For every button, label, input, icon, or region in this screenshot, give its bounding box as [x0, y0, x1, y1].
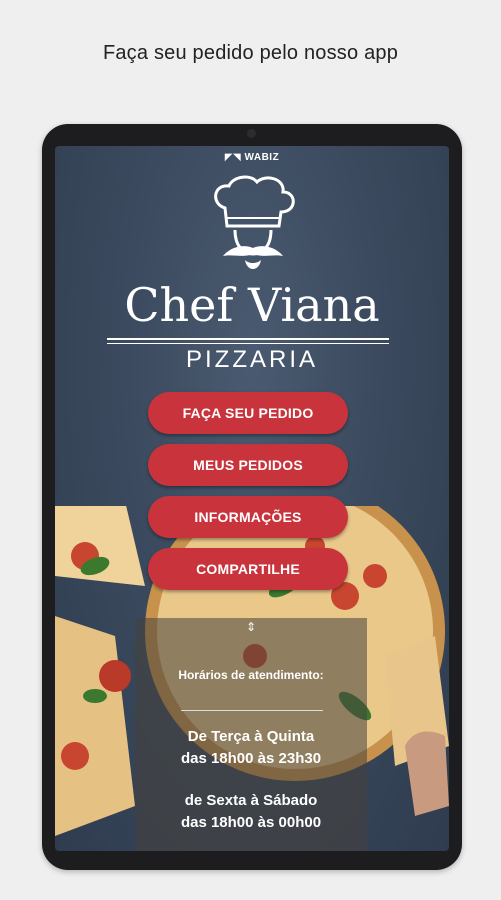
- title-divider-thin: [107, 343, 389, 344]
- expand-toggle-icon[interactable]: ⇕: [135, 620, 367, 634]
- hours-divider: [181, 710, 323, 711]
- restaurant-subtitle: PIZZARIA: [185, 346, 318, 373]
- tablet-frame: ◤◥ WABIZ Chef Viana PIZZARIA FAÇA SEU PE…: [42, 124, 462, 870]
- app-screen: ◤◥ WABIZ Chef Viana PIZZARIA FAÇA SEU PE…: [55, 146, 449, 851]
- order-button[interactable]: FAÇA SEU PEDIDO: [148, 392, 348, 434]
- wabiz-logo: ◤◥ WABIZ: [55, 152, 449, 163]
- my-orders-button[interactable]: MEUS PEDIDOS: [148, 444, 348, 486]
- chef-hat-mustache-icon: [214, 175, 295, 269]
- title-divider: [107, 338, 389, 340]
- hours-time-2: das 18h00 às 00h00: [180, 814, 322, 831]
- info-button[interactable]: INFORMAÇÕES: [148, 496, 348, 538]
- camera-icon: [247, 129, 256, 138]
- hours-time-1: das 18h00 às 23h30: [180, 750, 322, 767]
- hours-title: Horários de atendimento:: [178, 668, 324, 682]
- brand-mark-icon: ◤◥: [224, 152, 245, 163]
- restaurant-name: Chef Viana: [124, 278, 380, 332]
- opening-hours-panel: ⇕ Horários de atendimento: De Terça à Qu…: [135, 618, 367, 851]
- store-caption: Faça seu pedido pelo nosso app: [102, 42, 399, 64]
- brand-label: WABIZ: [244, 152, 280, 163]
- hours-days-2: de Sexta à Sábado: [184, 792, 318, 809]
- share-button[interactable]: COMPARTILHE: [148, 548, 348, 590]
- hours-days-1: De Terça à Quinta: [187, 728, 315, 745]
